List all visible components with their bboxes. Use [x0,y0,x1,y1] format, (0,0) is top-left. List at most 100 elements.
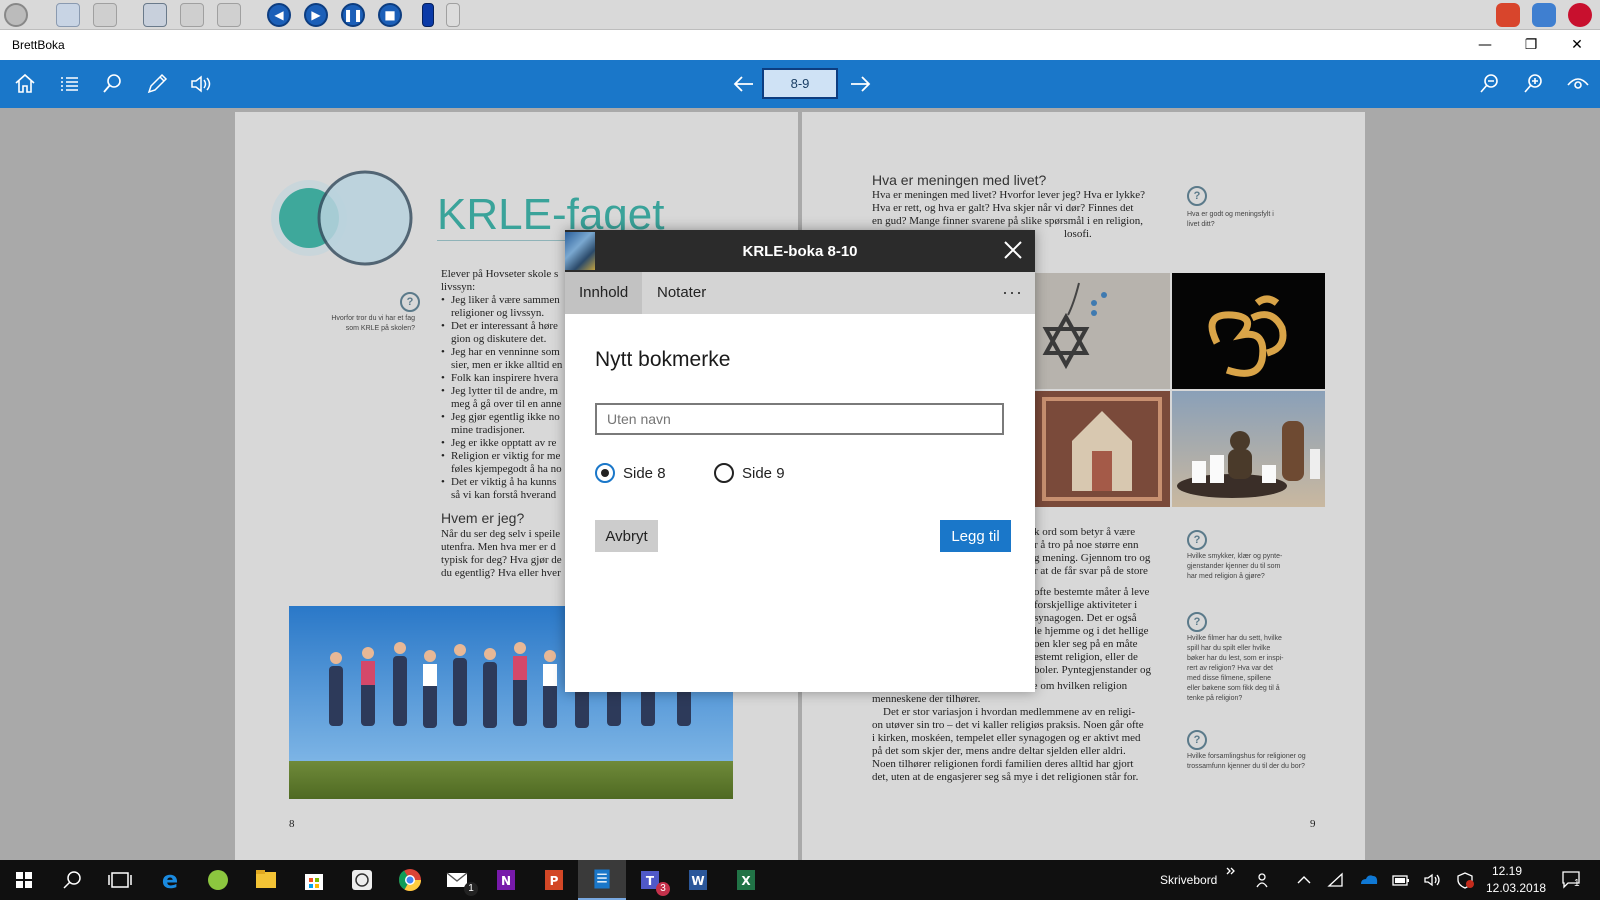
highlight-icon[interactable] [180,3,204,27]
bullet-marker: • [441,450,445,462]
spellcheck-icon[interactable] [217,3,241,27]
powerpoint-icon[interactable]: P [530,860,578,900]
tab-notater[interactable]: Notater [643,272,720,314]
dialog-header: KRLE-boka 8-10 [565,230,1035,272]
note-line: gjenstander kjenner du til som [1187,563,1281,570]
clock-date[interactable]: 12.03.2018 [1486,881,1546,895]
record-icon[interactable] [1568,3,1592,27]
restore-button[interactable]: ❐ [1508,30,1554,60]
next-page-arrow-icon[interactable] [846,70,874,98]
teams-badge: 3 [656,882,670,896]
speed-slider[interactable] [422,3,434,27]
close-dialog-icon[interactable] [999,236,1027,264]
teams-icon[interactable]: T 3 [626,860,674,900]
page-number-field[interactable]: 8-9 [762,68,838,99]
minimize-button[interactable]: — [1462,30,1508,60]
tab-innhold[interactable]: Innhold [565,272,643,314]
app-logo-icon[interactable] [4,3,28,27]
bullet-item: • Jeg har en venninne som [441,346,581,359]
action-center-icon[interactable]: 1 [1560,868,1582,890]
clock-app-icon[interactable] [338,860,386,900]
home-icon[interactable] [11,70,39,98]
text-line: Hva er meningen med livet? Hvorfor lever… [872,189,1146,201]
edit-tool-icon[interactable] [1532,3,1556,27]
pen-icon[interactable] [143,70,171,98]
windows-start-icon[interactable] [0,860,48,900]
bullet-text: religioner og livssyn. [451,307,545,319]
speaker-icon[interactable] [187,70,215,98]
scan-document-icon[interactable] [93,3,117,27]
bullet-item: • Det er interessant å høre [441,320,581,333]
greenshot-icon[interactable] [194,860,242,900]
desktop-toolbar-label[interactable]: Skrivebord [1160,873,1217,887]
edge-browser-icon[interactable]: e [146,860,194,900]
svg-text:X: X [741,874,751,888]
word-icon[interactable]: W [674,860,722,900]
toolbar-expand-icon[interactable] [1224,864,1238,878]
clock-time[interactable]: 12.19 [1492,864,1522,878]
zoom-out-icon[interactable] [1476,70,1504,98]
text-line: g mening. Gjennom tro og [1034,552,1151,564]
text-line: Når du ser deg selv i speile [441,528,561,540]
play-icon[interactable]: ▶ [304,3,328,27]
store-icon[interactable] [290,860,338,900]
search-icon[interactable] [99,70,127,98]
question-note: Hvorfor tror du vi har et fag som KRLE p… [285,314,415,334]
note-line: trossamfunn kjenner du til der du bor? [1187,763,1305,770]
search-icon[interactable] [48,860,96,900]
battery-icon[interactable] [1390,870,1412,890]
bullet-item: • Det er viktig å ha kunns [441,476,581,489]
onenote-icon[interactable]: N [482,860,530,900]
add-bookmark-button[interactable]: Legg til [940,520,1011,552]
people-icon[interactable] [1254,870,1274,890]
stop-icon[interactable]: ■ [378,3,402,27]
bullet-text: meg å gå over til en anne [451,398,562,410]
bookmark-name-input[interactable] [595,403,1004,435]
radio-circle[interactable] [595,463,615,483]
excel-icon[interactable]: X [722,860,770,900]
previous-page-arrow-icon[interactable] [730,70,758,98]
pause-icon[interactable]: ❚❚ [341,3,365,27]
rewind-icon[interactable]: ◀ [267,3,291,27]
show-hidden-icons-chevron-icon[interactable] [1294,870,1314,890]
tomato-tool-icon[interactable] [1496,3,1520,27]
mail-icon[interactable]: 1 [434,860,482,900]
onedrive-icon[interactable] [1358,870,1380,890]
svg-text:W: W [691,874,704,888]
text-view-icon[interactable] [143,3,167,27]
brettboka-app-icon[interactable] [578,860,626,900]
bullet-text: Folk kan inspirere hvera [451,372,559,384]
bullet-text: føles kjempegodt å ha no [451,463,562,475]
cancel-button[interactable]: Avbryt [595,520,658,552]
bullet-item: • Jeg lytter til de andre, m [441,385,581,398]
radio-circle[interactable] [714,463,734,483]
note-line: Hvilke smykker, klær og pynte- [1187,553,1283,560]
om-symbol-photo [1172,273,1325,389]
view-mode-icon[interactable] [1564,70,1592,98]
note-line: med disse filmene, spillene [1187,675,1272,682]
security-warning-icon[interactable] [1454,870,1476,890]
text-line: Elever på Hovseter skole s [441,268,559,280]
text-line: on utøver sin tro – det vi kaller religi… [872,719,1144,731]
note-line: Hvilke filmer har du sett, hvilke [1187,635,1282,642]
file-explorer-icon[interactable] [242,860,290,900]
form-title: Nytt bokmerke [595,348,731,371]
text-line: Noen tilhører religionen fordi familien … [872,758,1134,770]
bullet-text: gion og diskutere det. [451,333,547,345]
more-options-button[interactable]: ··· [1002,282,1023,303]
close-window-button[interactable]: ✕ [1554,30,1600,60]
contents-list-icon[interactable] [55,70,83,98]
text-line: forskjellige aktiviteter i [1034,599,1138,611]
task-view-icon[interactable] [96,860,144,900]
network-icon[interactable] [1326,870,1346,890]
chrome-icon[interactable] [386,860,434,900]
open-document-icon[interactable] [56,3,80,27]
right-mid-text: k ord som betyr å være r å tro på noe st… [1034,526,1174,578]
bullet-marker: • [441,437,445,449]
zoom-in-icon[interactable] [1520,70,1548,98]
bullet-text: Jeg liker å være sammen [451,294,560,306]
volume-icon[interactable] [1422,870,1444,890]
bullet-marker: • [441,294,445,306]
volume-stepper[interactable] [446,3,460,27]
question-note: Hvilke smykker, klær og pynte- gjenstand… [1187,552,1337,582]
